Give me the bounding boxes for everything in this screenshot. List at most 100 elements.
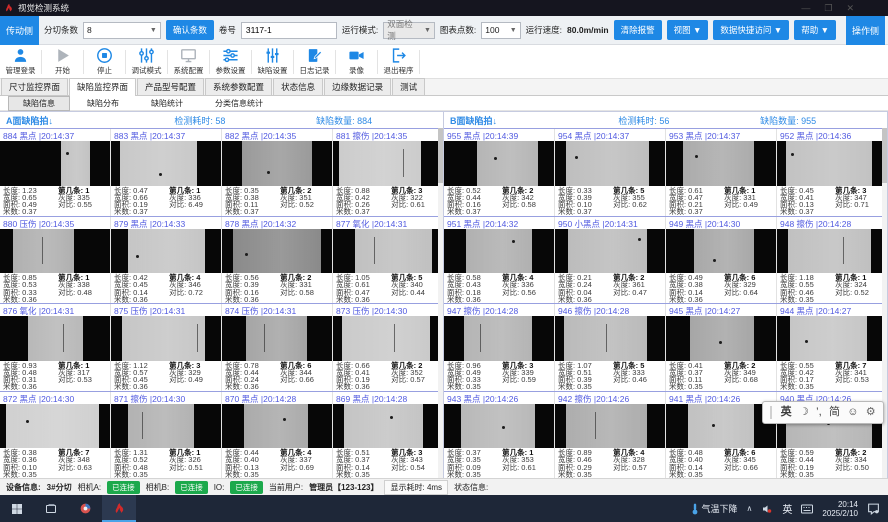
metadata-line: 对比: 0.57	[391, 376, 440, 383]
defect-cell-header: 950 小黑点 |20:14:31	[555, 217, 665, 229]
defect-cell-879[interactable]: 879 黑点 |20:14:33长度: 0.42宽度: 0.45面积: 0.14…	[111, 217, 222, 304]
defect-cell-948[interactable]: 948 擦伤 |20:14:28长度: 1.18宽度: 0.55面积: 0.46…	[777, 217, 887, 304]
scrollbar-thumb[interactable]	[438, 128, 443, 183]
subtab-class-info-statistics[interactable]: 分类信息统计	[200, 96, 278, 111]
defect-speck	[695, 155, 698, 158]
action-stop[interactable]: 停止	[84, 47, 125, 76]
defect-cell-874[interactable]: 874 压伤 |20:14:31长度: 0.78宽度: 0.44面积: 0.24…	[222, 304, 333, 391]
action-start[interactable]: 开始	[42, 47, 83, 76]
defect-cell-949[interactable]: 949 黑点 |20:14:30长度: 0.49宽度: 0.38面积: 0.14…	[666, 217, 777, 304]
defect-cell-880[interactable]: 880 压伤 |20:14:35长度: 0.85宽度: 0.53面积: 0.33…	[0, 217, 111, 304]
drive-side-button[interactable]: 传动侧	[0, 16, 39, 45]
ime-drag-handle[interactable]	[770, 406, 773, 419]
action-record-video[interactable]: 录像	[336, 47, 377, 76]
minimize-button[interactable]: —	[801, 1, 810, 15]
action-manage-login[interactable]: 管理登录	[0, 47, 41, 76]
tab-edge-data-record[interactable]: 边缘数据记录	[324, 78, 391, 95]
action-system-config[interactable]: 系统配置	[168, 47, 209, 76]
clear-alarm-button[interactable]: 清除报警	[614, 20, 662, 40]
defect-cell-942[interactable]: 942 擦伤 |20:14:26长度: 0.89宽度: 0.46面积: 0.29…	[555, 392, 666, 479]
defect-cell-876[interactable]: 876 氧化 |20:14:31长度: 0.93宽度: 0.48面积: 0.31…	[0, 304, 111, 391]
help-menu-button[interactable]: 帮助 ▼	[794, 20, 836, 40]
ime-punctuation-icon[interactable]: ’,	[816, 407, 822, 418]
defect-cell-877[interactable]: 877 氧化 |20:14:31长度: 1.05宽度: 0.61面积: 0.47…	[333, 217, 443, 304]
defect-cell-871[interactable]: 871 擦伤 |20:14:30长度: 1.31宽度: 0.52面积: 0.48…	[111, 392, 222, 479]
defect-cell-884[interactable]: 884 黑点 |20:14:37长度: 1.23宽度: 0.65面积: 0.49…	[0, 129, 111, 216]
touch-keyboard-icon[interactable]	[801, 504, 813, 514]
subtab-defect-statistics[interactable]: 缺陷统计	[136, 96, 198, 111]
action-debug-mode[interactable]: 调试模式	[126, 47, 167, 76]
tray-expand-chevron[interactable]: ∧	[747, 504, 753, 513]
tab-defect-monitor[interactable]: 缺陷监控界面	[69, 78, 136, 96]
defect-cell-953[interactable]: 953 黑点 |20:14:37长度: 0.61宽度: 0.47面积: 0.21…	[666, 129, 777, 216]
operator-side-button[interactable]: 操作侧	[846, 16, 885, 45]
defect-cell-943[interactable]: 943 黑点 |20:14:26长度: 0.37宽度: 0.35面积: 0.09…	[444, 392, 555, 479]
defect-cell-872[interactable]: 872 黑点 |20:14:30长度: 0.38宽度: 0.36面积: 0.10…	[0, 392, 111, 479]
weather-widget[interactable]: 气温下降	[691, 502, 738, 515]
taskbar-app-inspection-system[interactable]	[102, 495, 136, 522]
defect-cell-869[interactable]: 869 黑点 |20:14:28长度: 0.51宽度: 0.37面积: 0.14…	[333, 392, 443, 479]
defect-cell-944[interactable]: 944 黑点 |20:14:27长度: 0.55宽度: 0.42面积: 0.17…	[777, 304, 887, 391]
defect-cell-946[interactable]: 946 擦伤 |20:14:28长度: 1.07宽度: 0.51面积: 0.39…	[555, 304, 666, 391]
strip-region	[233, 229, 321, 274]
defect-cell-950[interactable]: 950 小黑点 |20:14:31长度: 0.21宽度: 0.24面积: 0.0…	[555, 217, 666, 304]
roll-number-input[interactable]	[241, 22, 337, 39]
volume-muted-icon[interactable]	[761, 503, 773, 515]
defect-cell-header: 942 擦伤 |20:14:26	[555, 392, 665, 404]
tab-test[interactable]: 测试	[392, 78, 425, 95]
ime-moon-icon[interactable]: ☽	[799, 407, 809, 418]
ime-language-indicator[interactable]: 英	[782, 501, 792, 516]
chart-points-select[interactable]: 100 ▼	[481, 22, 520, 39]
tab-system-param-config[interactable]: 系统参数配置	[205, 78, 272, 95]
panel-scrollbar-b[interactable]	[882, 128, 887, 478]
clock-widget[interactable]: 20:14 2025/2/10	[822, 500, 858, 518]
taskbar-app-browser[interactable]	[68, 495, 102, 522]
defect-cell-882[interactable]: 882 黑点 |20:14:35长度: 0.35宽度: 0.38面积: 0.11…	[222, 129, 333, 216]
action-log-record[interactable]: 日志记录	[294, 47, 335, 76]
defect-cell-941[interactable]: 941 黑点 |20:14:26长度: 0.48宽度: 0.40面积: 0.14…	[666, 392, 777, 479]
panel-scrollbar-a[interactable]	[438, 128, 443, 478]
user-icon	[12, 47, 29, 64]
tab-status-info[interactable]: 状态信息	[273, 78, 323, 95]
defect-cell-header: 882 黑点 |20:14:35	[222, 129, 332, 141]
defect-cell-955[interactable]: 955 黑点 |20:14:39长度: 0.52宽度: 0.44面积: 0.16…	[444, 129, 555, 216]
close-button[interactable]: ✕	[846, 1, 854, 15]
defect-cell-947[interactable]: 947 擦伤 |20:14:28长度: 0.96宽度: 0.49面积: 0.33…	[444, 304, 555, 391]
action-parameter-settings[interactable]: 参数设置	[210, 47, 251, 76]
ime-settings-gear-icon[interactable]: ⚙	[866, 407, 876, 418]
defect-cell-878[interactable]: 878 黑点 |20:14:32长度: 0.56宽度: 0.39面积: 0.16…	[222, 217, 333, 304]
defect-cell-883[interactable]: 883 黑点 |20:14:37长度: 0.47宽度: 0.66面积: 0.19…	[111, 129, 222, 216]
scrollbar-thumb[interactable]	[882, 128, 887, 183]
action-defect-settings[interactable]: 缺陷设置	[252, 47, 293, 76]
ime-english-mode[interactable]: 英	[781, 407, 792, 418]
subtab-defect-distribution[interactable]: 缺陷分布	[72, 96, 134, 111]
run-mode-select[interactable]: 双面检测 ▼	[383, 22, 435, 39]
defect-cell-header: 943 黑点 |20:14:26	[444, 392, 554, 404]
action-exit-program[interactable]: 退出程序	[378, 47, 419, 76]
ime-simplified-mode[interactable]: 简	[829, 407, 840, 418]
tab-product-model-config[interactable]: 产品型号配置	[137, 78, 204, 95]
metadata-right-column: 第几条: 1灰度: 353对比: 0.61	[502, 449, 551, 478]
task-view-button[interactable]	[34, 495, 68, 522]
defect-cell-945[interactable]: 945 黑点 |20:14:27长度: 0.41宽度: 0.37面积: 0.11…	[666, 304, 777, 391]
defect-cell-881[interactable]: 881 擦伤 |20:14:35长度: 0.88宽度: 0.42面积: 0.26…	[333, 129, 443, 216]
defect-cell-873[interactable]: 873 压伤 |20:14:30长度: 0.66宽度: 0.41面积: 0.19…	[333, 304, 443, 391]
strip-region	[13, 229, 74, 274]
subtab-defect-info[interactable]: 缺陷信息	[8, 96, 70, 111]
defect-cell-954[interactable]: 954 黑点 |20:14:37长度: 0.33宽度: 0.39面积: 0.10…	[555, 129, 666, 216]
confirm-strips-button[interactable]: 确认条数	[166, 20, 214, 40]
defect-cell-870[interactable]: 870 黑点 |20:14:28长度: 0.44宽度: 0.40面积: 0.13…	[222, 392, 333, 479]
ime-emoji-icon[interactable]: ☺	[847, 407, 858, 418]
notification-center-icon[interactable]	[867, 503, 880, 515]
defect-cell-875[interactable]: 875 压伤 |20:14:31长度: 1.12宽度: 0.57面积: 0.45…	[111, 304, 222, 391]
data-shortcut-menu-button[interactable]: 数据快捷访问 ▼	[713, 20, 789, 40]
tab-size-monitor[interactable]: 尺寸监控界面	[1, 78, 68, 95]
view-menu-button[interactable]: 视图 ▼	[667, 20, 709, 40]
defect-cell-952[interactable]: 952 黑点 |20:14:36长度: 0.45宽度: 0.41面积: 0.13…	[777, 129, 887, 216]
strip-count-select[interactable]: 8 ▼	[83, 22, 161, 39]
maximize-button[interactable]: ❐	[824, 1, 832, 15]
strip-region	[464, 316, 532, 361]
start-button[interactable]	[0, 495, 34, 522]
strip-region	[122, 316, 205, 361]
defect-cell-951[interactable]: 951 黑点 |20:14:32长度: 0.58宽度: 0.43面积: 0.18…	[444, 217, 555, 304]
